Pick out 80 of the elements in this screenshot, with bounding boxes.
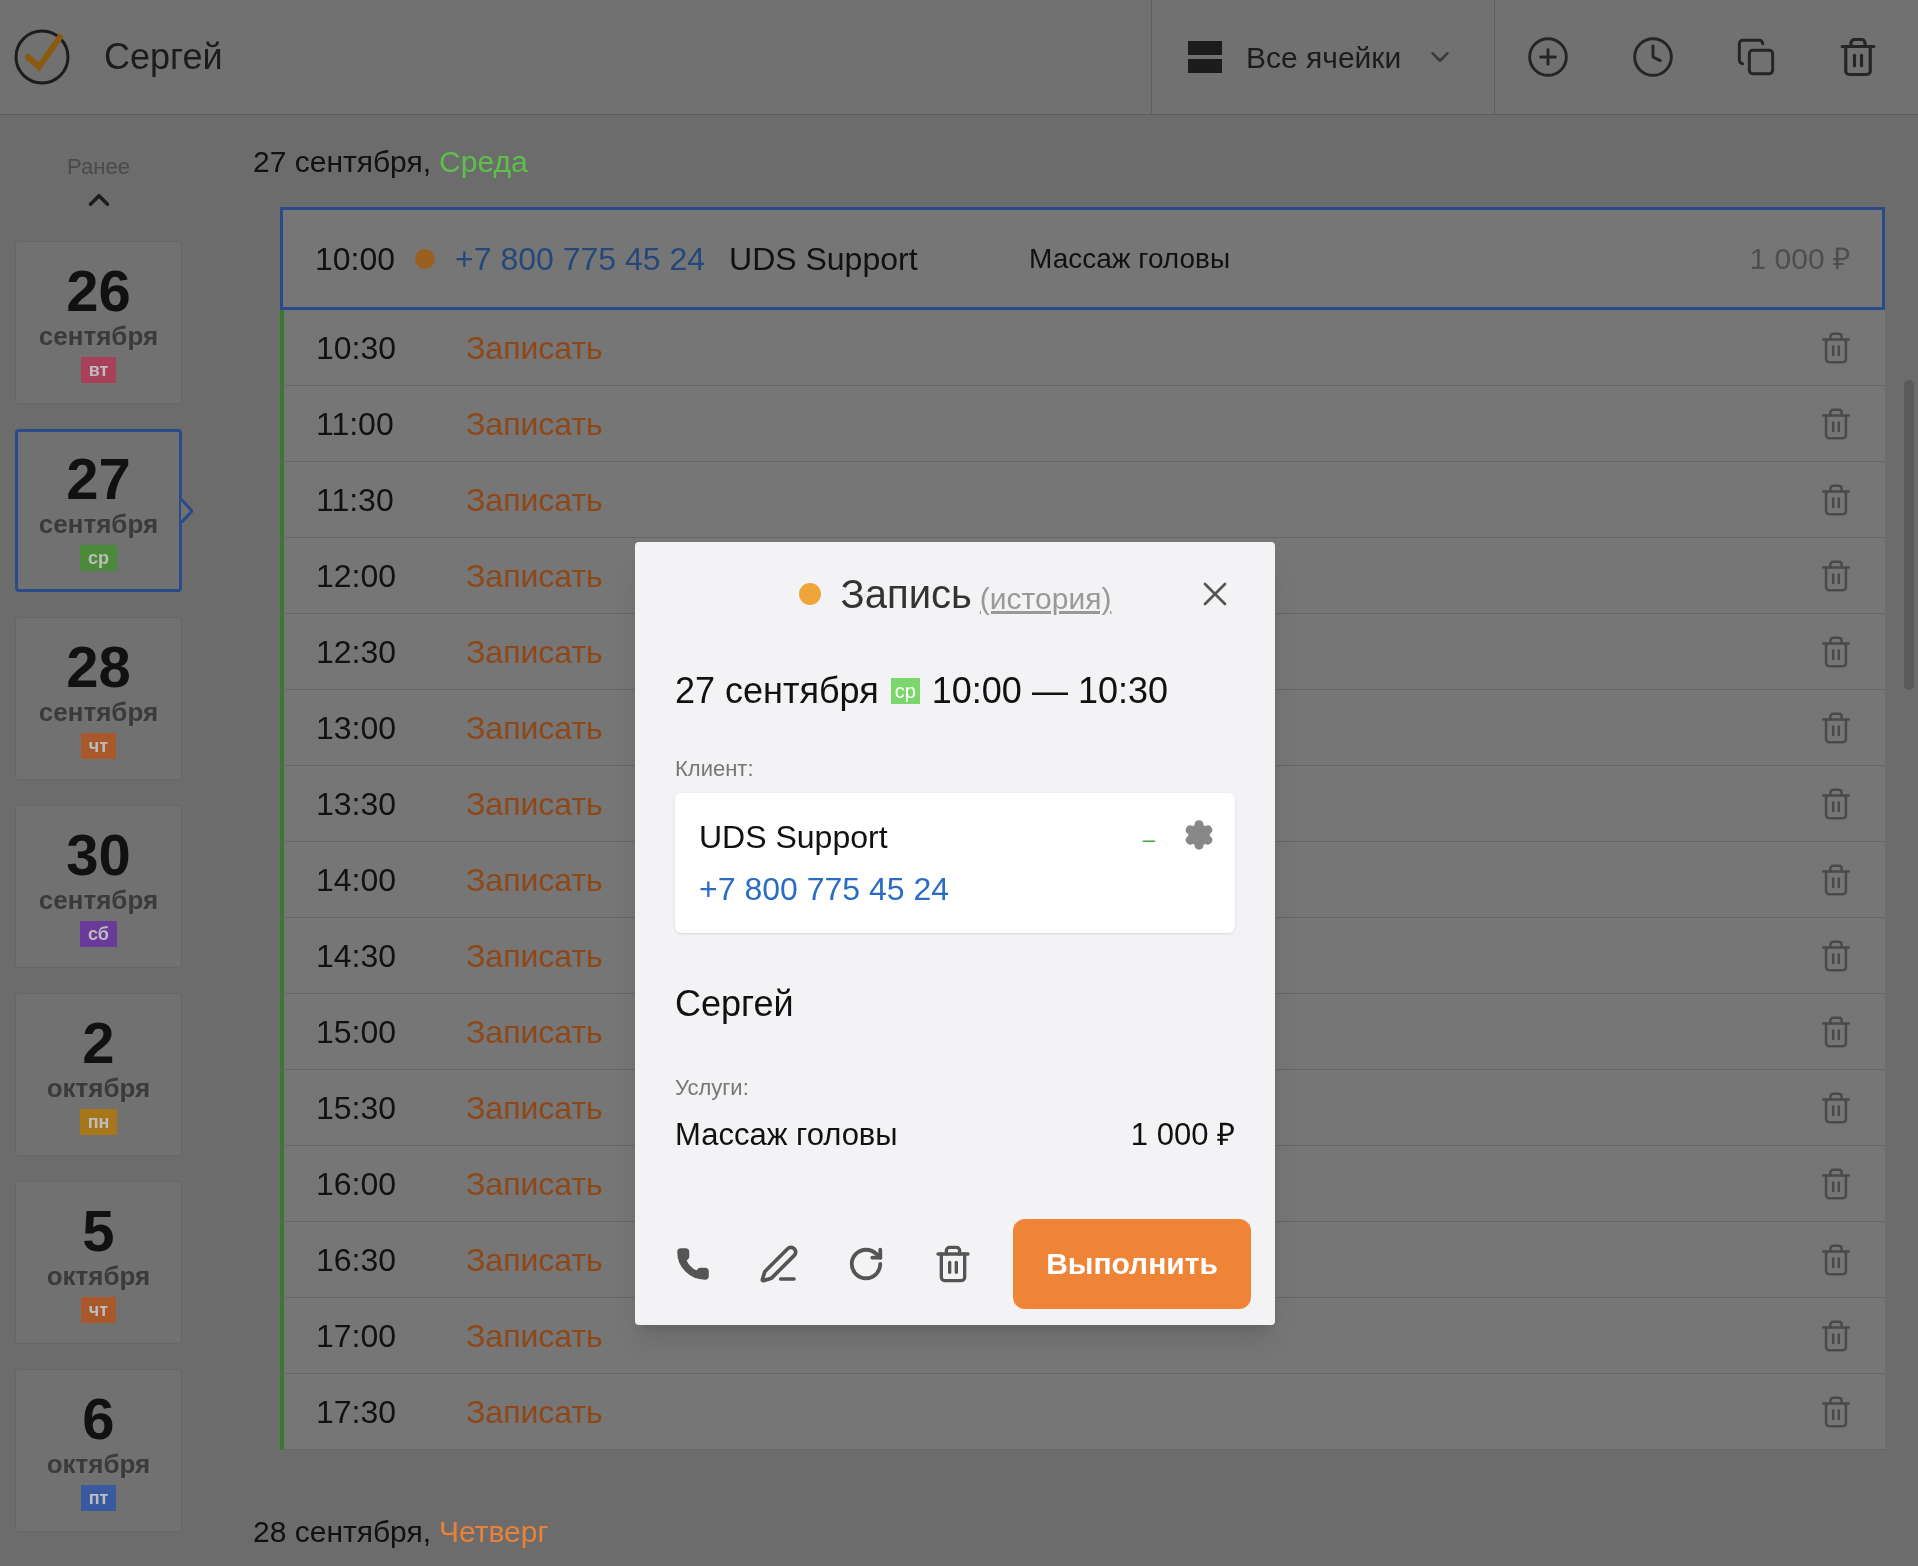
dialog-title: Запись — [840, 571, 972, 618]
date-heading: 28 сентября, — [253, 1513, 432, 1550]
master-name: Сергей — [675, 982, 794, 1026]
day-number: 27 — [66, 450, 131, 509]
time-label: 10:30 — [316, 328, 398, 368]
book-link[interactable]: Записать — [466, 1387, 1819, 1436]
weekday-badge: чт — [80, 1296, 117, 1323]
service-price: 1 000 ₽ — [1130, 1116, 1235, 1154]
weekday-heading: Четверг — [439, 1513, 549, 1550]
time-label: 15:00 — [316, 1012, 398, 1052]
services-label: Услуги: — [675, 1074, 749, 1102]
day-card[interactable]: 30 сентября сб — [15, 805, 182, 968]
weekday-badge: пт — [80, 1484, 117, 1511]
pen-icon[interactable] — [759, 1243, 799, 1284]
time-label: 10:00 — [315, 239, 397, 279]
time-label: 16:30 — [316, 1240, 398, 1280]
history-link[interactable]: (история) — [979, 575, 1112, 621]
day-card[interactable]: 27 сентября ср — [15, 429, 182, 592]
complete-button[interactable]: Выполнить — [1013, 1218, 1251, 1309]
page-title: Сергей — [104, 35, 223, 79]
pointer-notch — [181, 499, 193, 523]
month-label: сентября — [38, 884, 159, 917]
clock-icon[interactable] — [1630, 35, 1675, 79]
add-icon[interactable] — [1525, 35, 1570, 79]
month-label: сентября — [38, 508, 159, 541]
rows-icon — [1188, 41, 1222, 73]
settings-icon[interactable] — [1183, 819, 1215, 851]
phone-link[interactable]: +7 800 775 45 24 — [699, 865, 949, 913]
day-number: 30 — [66, 826, 131, 885]
weekday-heading: Среда — [439, 143, 528, 180]
time-range: 10:00 — 10:30 — [931, 669, 1168, 713]
time-label: 16:00 — [316, 1164, 398, 1204]
time-label: 14:30 — [316, 936, 398, 976]
book-link[interactable]: Записать — [466, 475, 1819, 524]
weekday-badge: ср — [80, 544, 117, 571]
day-number: 28 — [66, 638, 131, 697]
phone-icon[interactable] — [675, 1245, 711, 1282]
copy-icon[interactable] — [1736, 37, 1777, 77]
weekday-badge: чт — [80, 732, 117, 759]
service-name: Массаж головы — [675, 1116, 898, 1154]
day-card[interactable]: 26 сентября вт — [15, 241, 182, 404]
time-label: 17:00 — [316, 1316, 398, 1356]
phone-link[interactable]: +7 800 775 45 24 — [455, 234, 705, 283]
time-label: 17:30 — [316, 1392, 398, 1432]
book-link[interactable]: Записать — [466, 323, 1819, 372]
date-heading: 27 сентября, — [253, 143, 432, 180]
weekday-badge: вт — [80, 356, 117, 383]
day-card[interactable]: 2 октября пн — [15, 993, 182, 1156]
time-label: 13:30 — [316, 784, 398, 824]
weekday-badge: пн — [79, 1108, 118, 1135]
cells-filter-dropdown[interactable]: Все ячейки — [1151, 0, 1495, 114]
time-label: 15:30 — [316, 1088, 398, 1128]
weekday-badge: ср — [890, 678, 920, 704]
day-card[interactable]: 6 октября пт — [15, 1369, 182, 1532]
month-label: октября — [46, 1448, 151, 1481]
weekday-badge: сб — [80, 920, 117, 947]
dialog-date: 27 сентября — [675, 669, 879, 713]
day-number: 26 — [66, 262, 131, 321]
service-name: Массаж головы — [1029, 241, 1232, 276]
time-label: 11:00 — [316, 404, 395, 444]
client-label: Клиент: — [675, 755, 754, 783]
time-label: 12:00 — [316, 556, 398, 596]
month-label: сентября — [38, 320, 159, 353]
month-label: октября — [46, 1072, 151, 1105]
time-label: 14:00 — [316, 860, 398, 900]
balance-label: – — [1142, 826, 1155, 854]
day-card[interactable]: 5 октября чт — [15, 1181, 182, 1344]
day-card[interactable]: 28 сентября чт — [15, 617, 182, 780]
time-label: 12:30 — [316, 632, 398, 672]
time-label: 11:30 — [316, 480, 395, 520]
client-name: UDS Support — [699, 818, 888, 857]
month-label: октября — [46, 1260, 151, 1293]
clock-check-logo — [12, 27, 72, 87]
day-number: 2 — [82, 1014, 115, 1073]
book-link[interactable]: Записать — [466, 399, 1819, 448]
month-label: сентября — [38, 696, 159, 729]
time-label: 13:00 — [316, 708, 398, 748]
client-name: UDS Support — [729, 239, 919, 279]
day-number: 5 — [82, 1202, 115, 1261]
day-number: 6 — [82, 1390, 115, 1449]
